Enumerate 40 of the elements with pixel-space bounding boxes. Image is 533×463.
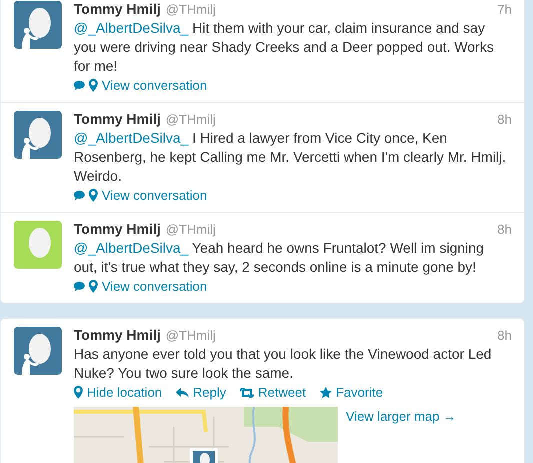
- tweet-text: @_AlbertDeSilva_ Hit them with your car, claim insurance and say you were driving near Shady Creeks and a Deer popped out. Works for me!: [74, 19, 495, 76]
- user-name[interactable]: Tommy Hmilj: [74, 221, 161, 237]
- retweet-link[interactable]: Retweet: [258, 384, 306, 401]
- mention-link[interactable]: @_AlbertDeSilva_: [74, 240, 189, 256]
- star-icon: [320, 386, 332, 398]
- user-handle[interactable]: @THmilj: [166, 2, 216, 17]
- avatar[interactable]: [14, 1, 62, 49]
- speech-bubble-icon: [74, 190, 85, 200]
- retweet-icon: [240, 388, 254, 398]
- tweet-text: @_AlbertDeSilva_ I Hired a lawyer from Vice City once, Ken Rosenberg, he kept Calling me Mr. Vercetti when I'm clearly Mr. Hmilj. Weirdo.: [74, 129, 507, 186]
- user-handle[interactable]: @THmilj: [166, 328, 216, 343]
- view-conversation-link[interactable]: View conversation: [102, 187, 208, 204]
- speech-bubble-icon: [74, 80, 85, 90]
- timestamp[interactable]: 7h: [498, 2, 512, 17]
- avatar[interactable]: [14, 327, 62, 375]
- mention-link[interactable]: @_AlbertDeSilva_: [74, 20, 189, 36]
- reply-icon: [176, 388, 190, 398]
- timestamp[interactable]: 8h: [498, 222, 512, 237]
- view-larger-map-link[interactable]: View larger map →: [346, 409, 456, 424]
- tweet-text: Has anyone ever told you that you look like the Vinewood actor Led Nuke? You two sure look the same.: [74, 345, 493, 383]
- user-handle[interactable]: @THmilj: [166, 222, 216, 237]
- tweet-text: @_AlbertDeSilva_ Yeah heard he owns Fruntalot? Well im signing out, it's true what they say, 2 seconds online is a minute gone by!: [74, 239, 486, 277]
- timestamp[interactable]: 8h: [498, 328, 512, 343]
- speech-bubble-icon: [74, 282, 85, 292]
- view-conversation-link[interactable]: View conversation: [102, 278, 208, 295]
- map-pin-icon: [89, 189, 98, 202]
- timestamp[interactable]: 8h: [498, 112, 512, 127]
- user-name[interactable]: Tommy Hmilj: [74, 1, 161, 17]
- mention-link[interactable]: @_AlbertDeSilva_: [74, 130, 189, 146]
- map-pin-icon: [74, 386, 83, 399]
- favorite-link[interactable]: Favorite: [336, 384, 384, 401]
- user-name[interactable]: Tommy Hmilj: [74, 111, 161, 127]
- location-link[interactable]: Hide location: [87, 384, 162, 401]
- map-pin-icon: [89, 280, 98, 293]
- avatar[interactable]: [14, 111, 62, 159]
- user-name[interactable]: Tommy Hmilj: [74, 327, 161, 343]
- user-handle[interactable]: @THmilj: [166, 112, 216, 127]
- map-pin-icon: [89, 79, 98, 92]
- reply-link[interactable]: Reply: [193, 384, 226, 401]
- view-conversation-link[interactable]: View conversation: [102, 77, 208, 94]
